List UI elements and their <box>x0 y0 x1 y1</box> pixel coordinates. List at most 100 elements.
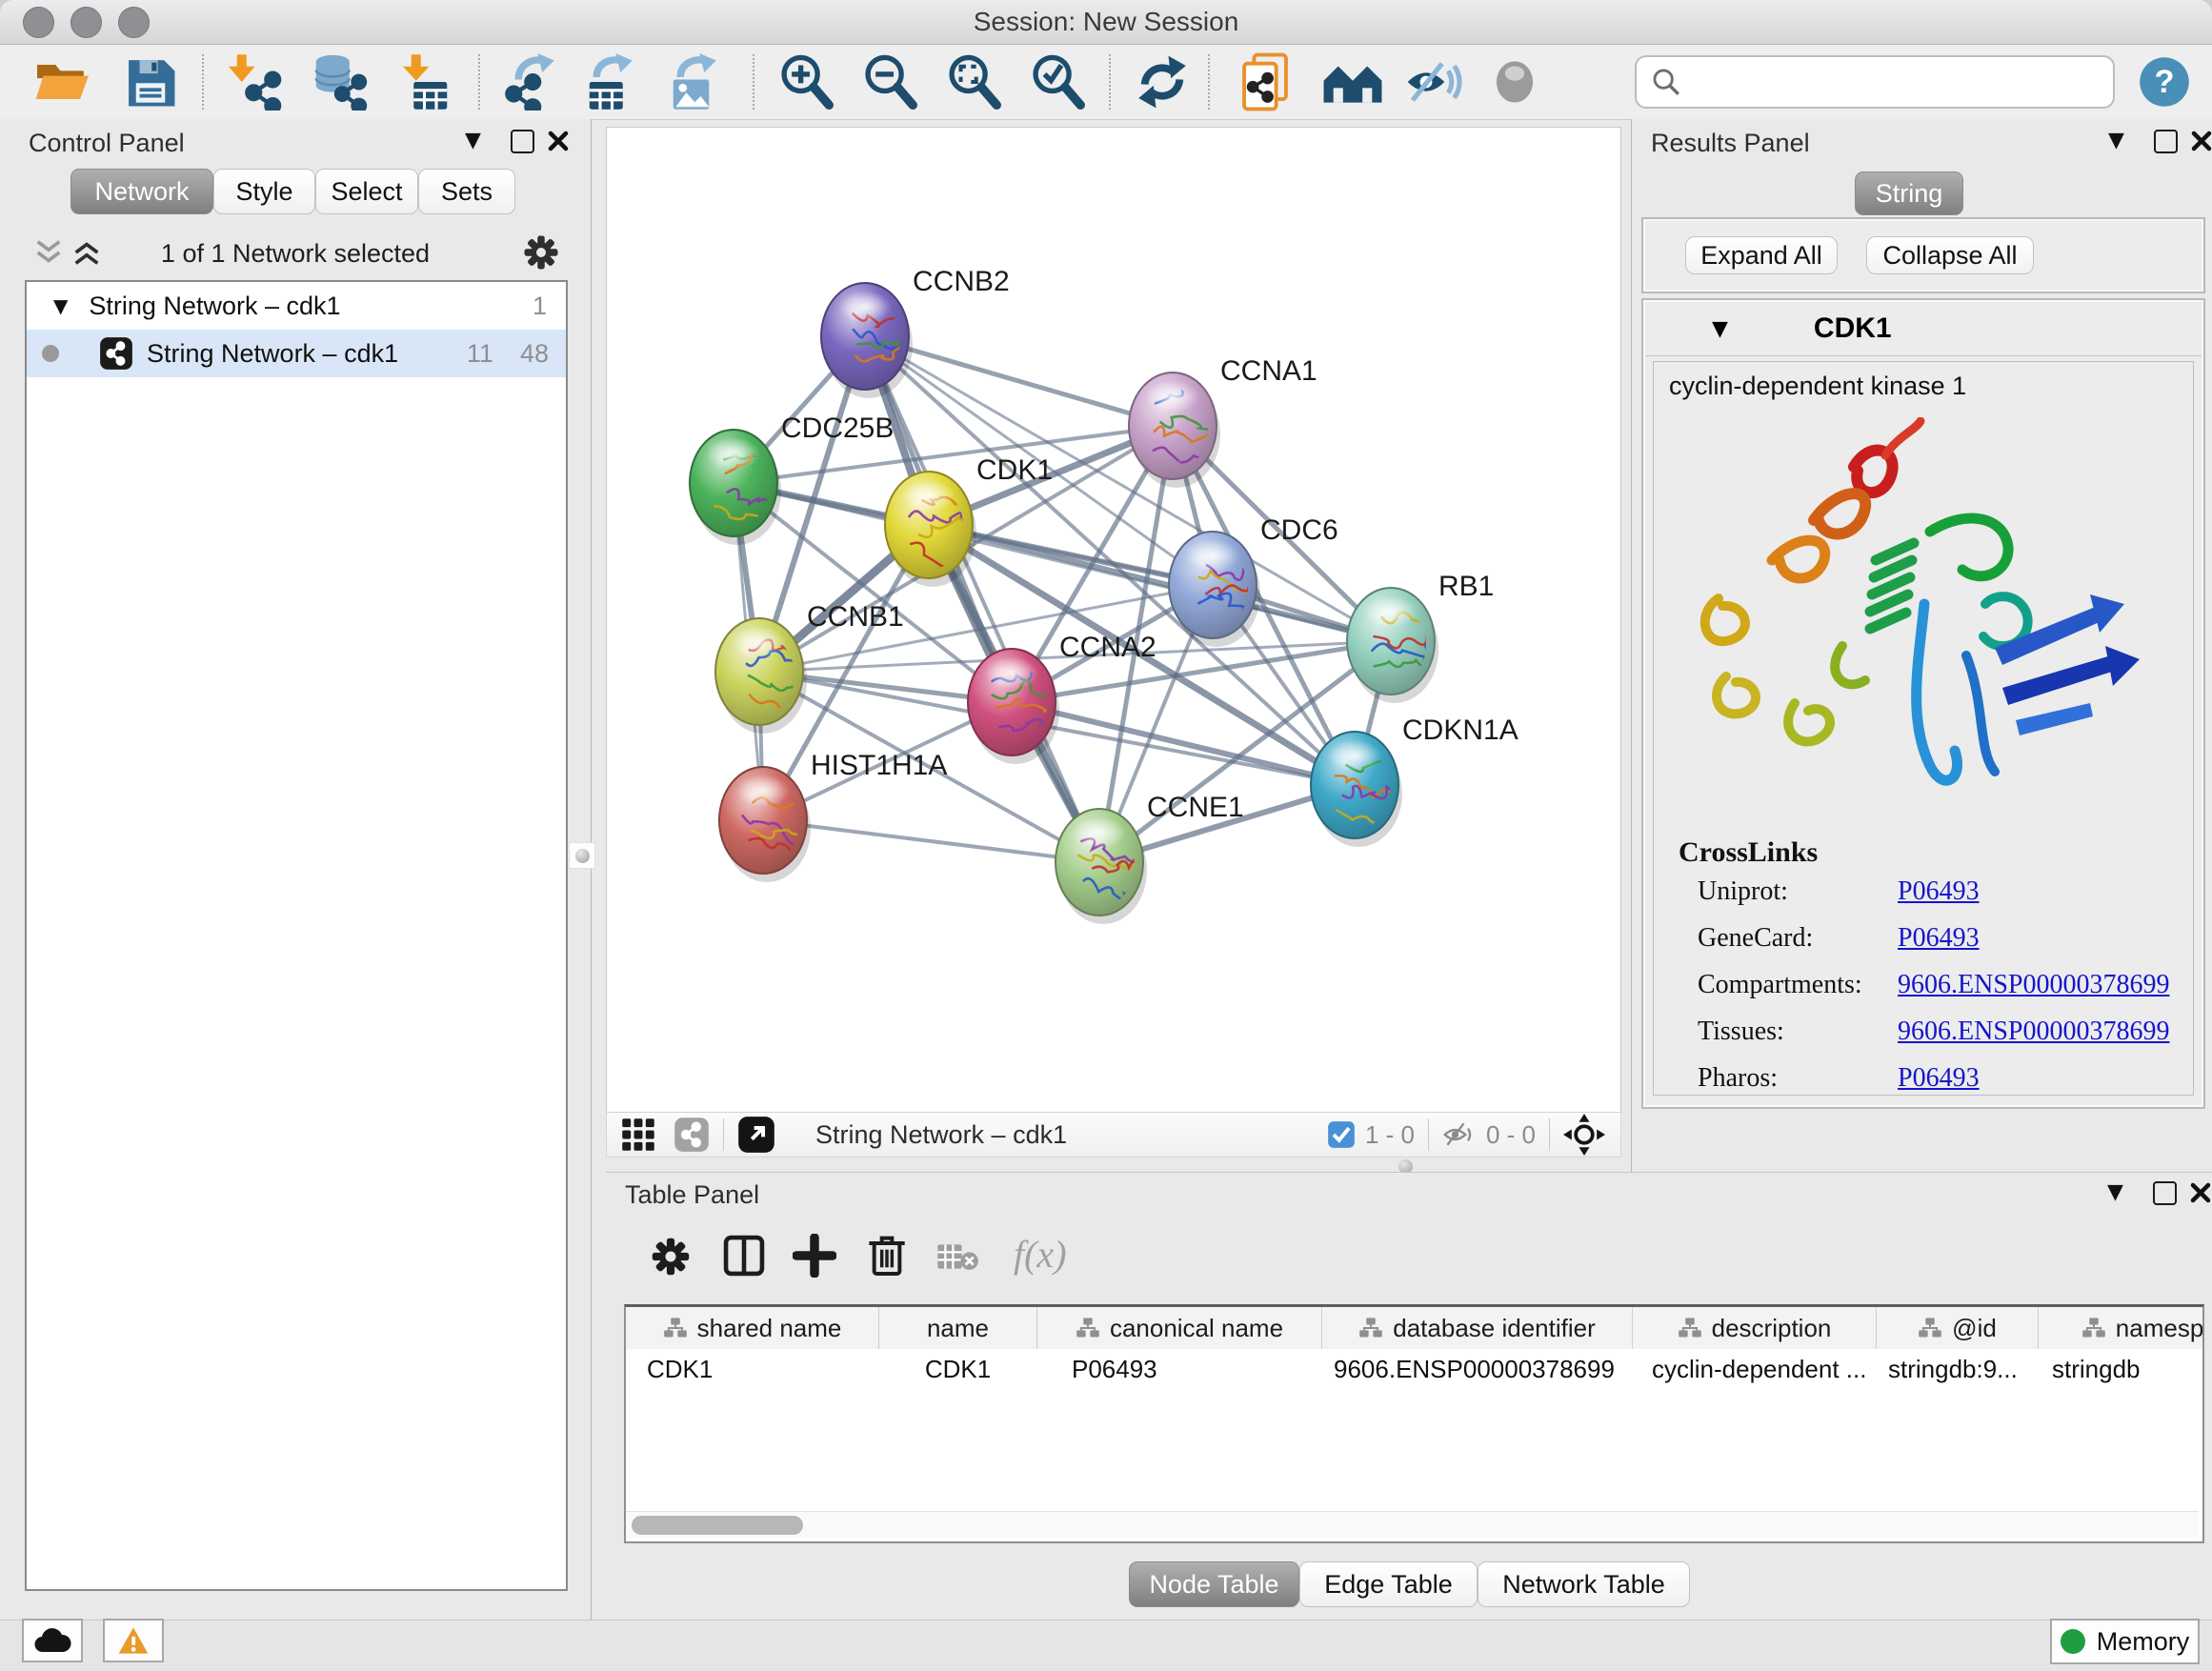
table-panel-float-button[interactable] <box>2153 1181 2177 1205</box>
expand-all-button[interactable]: Expand All <box>1685 236 1838 274</box>
section-collapse-caret[interactable]: ▼ <box>1712 317 1728 341</box>
column-type-icon <box>1918 1317 1942 1339</box>
export-table-button[interactable] <box>573 52 646 111</box>
network-row-selected[interactable]: String Network – cdk1 11 48 <box>27 330 566 377</box>
node-CDC25B[interactable]: CDC25B <box>690 413 894 545</box>
node-CDKN1A[interactable]: CDKN1A <box>1311 715 1518 847</box>
detach-view-button[interactable] <box>737 1116 775 1154</box>
tab-network-table[interactable]: Network Table <box>1478 1561 1690 1607</box>
collection-expand-caret[interactable]: ▼ <box>53 294 68 317</box>
table-panel-menu-button[interactable]: ▼ <box>2107 1180 2123 1204</box>
column-header-namespace[interactable]: namespace <box>2039 1307 2204 1349</box>
export-network-button[interactable] <box>495 52 568 111</box>
function-builder-button-disabled: f(x) <box>1014 1232 1067 1277</box>
tab-select[interactable]: Select <box>315 169 418 214</box>
show-columns-icon[interactable] <box>722 1234 766 1278</box>
column-header-description[interactable]: description <box>1633 1307 1877 1349</box>
birdseye-navigator-icon[interactable] <box>1563 1114 1605 1156</box>
column-type-icon <box>1076 1317 1100 1339</box>
node-CCNA1[interactable]: CCNA1 <box>1129 355 1317 488</box>
tab-edge-table[interactable]: Edge Table <box>1299 1561 1478 1607</box>
crosslink-label: Compartments: <box>1698 970 1898 1000</box>
table-cell[interactable]: P06493 <box>1037 1350 1321 1388</box>
protein-section-header[interactable]: ▼ CDK1 <box>1645 302 2202 356</box>
database-import-icon <box>311 53 372 111</box>
apply-layout-button[interactable] <box>1126 52 1198 111</box>
table-cell[interactable]: cyclin-dependent ... <box>1633 1350 1876 1388</box>
crosslink-value-link[interactable]: 9606.ENSP00000378699 <box>1898 1017 2169 1047</box>
network-selection-status: 1 of 1 Network selected <box>0 239 591 269</box>
memory-button[interactable]: Memory <box>2050 1619 2200 1664</box>
cloud-status-button[interactable] <box>22 1619 83 1662</box>
tab-node-table[interactable]: Node Table <box>1129 1561 1299 1607</box>
crosslink-value-link[interactable]: P06493 <box>1898 876 1980 907</box>
import-table-button[interactable] <box>391 52 463 111</box>
column-header-name[interactable]: name <box>879 1307 1037 1349</box>
node-RB1[interactable]: RB1 <box>1347 571 1494 703</box>
collapse-all-button[interactable]: Collapse All <box>1866 236 2034 274</box>
scrollbar-thumb[interactable] <box>632 1516 803 1535</box>
show-all-button[interactable] <box>1478 52 1551 111</box>
crosslink-value-link[interactable]: 9606.ENSP00000378699 <box>1898 970 2169 1000</box>
network-canvas[interactable]: CCNB2CCNA1CDC25BCDK1CDC6RB1CCNB1CCNA2CDK… <box>606 127 1621 1113</box>
table-cell[interactable]: CDK1 <box>879 1350 1036 1388</box>
network-from-document-button[interactable] <box>1229 52 1301 111</box>
export-image-button[interactable] <box>657 52 730 111</box>
tab-sets[interactable]: Sets <box>418 169 515 214</box>
results-panel-close-button[interactable] <box>2190 130 2212 152</box>
selected-checkbox-icon[interactable] <box>1327 1120 1356 1149</box>
hide-selected-button[interactable] <box>1398 52 1471 111</box>
network-options-gear-icon[interactable] <box>522 233 560 272</box>
column-header-canonical-name[interactable]: canonical name <box>1037 1307 1322 1349</box>
first-neighbors-button[interactable] <box>1317 52 1389 111</box>
edge-CCNB2-CCNE1[interactable] <box>865 336 1099 862</box>
warning-icon <box>117 1625 150 1656</box>
open-session-button[interactable] <box>27 52 99 111</box>
node-CCNB2[interactable]: CCNB2 <box>821 266 1010 398</box>
zoom-in-button[interactable] <box>770 52 842 111</box>
edge-HIST1H1A-CCNE1[interactable] <box>763 820 1099 862</box>
network-badge-gray-icon[interactable] <box>674 1117 710 1153</box>
tab-string[interactable]: String <box>1855 171 1963 215</box>
create-column-icon[interactable] <box>793 1234 836 1278</box>
table-cell[interactable]: 9606.ENSP00000378699 <box>1322 1350 1632 1388</box>
column-header-shared-name[interactable]: shared name <box>626 1307 879 1349</box>
table-horizontal-scrollbar[interactable] <box>626 1511 2199 1539</box>
column-header-database-identifier[interactable]: database identifier <box>1322 1307 1633 1349</box>
help-button[interactable]: ? <box>2134 52 2195 111</box>
search-input[interactable] <box>1692 60 2113 104</box>
table-cell[interactable]: stringdb:9... <box>1877 1350 2038 1388</box>
table-cell[interactable]: CDK1 <box>626 1350 878 1388</box>
crosslink-value-link[interactable]: P06493 <box>1898 1063 1980 1094</box>
node-HIST1H1A[interactable]: HIST1H1A <box>719 750 947 882</box>
control-panel-close-button[interactable] <box>547 130 570 152</box>
table-cell[interactable]: stringdb <box>2039 1350 2204 1388</box>
zoom-selected-button[interactable] <box>1021 52 1094 111</box>
results-panel-menu-button[interactable]: ▼ <box>2108 129 2124 152</box>
crosslink-value-link[interactable]: P06493 <box>1898 923 1980 954</box>
network-list: ▼ String Network – cdk1 1 String Network… <box>25 280 568 1591</box>
import-table-icon <box>396 53 457 111</box>
table-panel-close-button[interactable] <box>2189 1181 2212 1204</box>
toolbar-search <box>1635 55 2115 109</box>
tab-style[interactable]: Style <box>213 169 315 214</box>
zoom-out-button[interactable] <box>854 52 926 111</box>
import-network-button[interactable] <box>221 52 293 111</box>
save-session-button[interactable] <box>114 52 187 111</box>
tab-network[interactable]: Network <box>70 169 213 214</box>
node-CDC6[interactable]: CDC6 <box>1169 514 1338 647</box>
network-collection-row[interactable]: ▼ String Network – cdk1 1 <box>27 282 566 330</box>
grid-view-icon[interactable] <box>620 1117 656 1153</box>
column-header--id[interactable]: @id <box>1877 1307 2039 1349</box>
delete-column-icon[interactable] <box>865 1232 909 1278</box>
left-splitter-handle[interactable] <box>569 842 595 869</box>
control-panel-menu-button[interactable]: ▼ <box>465 129 481 152</box>
results-panel-float-button[interactable] <box>2154 130 2178 153</box>
table-options-gear-icon[interactable] <box>650 1236 692 1278</box>
network-graph[interactable]: CCNB2CCNA1CDC25BCDK1CDC6RB1CCNB1CCNA2CDK… <box>607 128 1620 1112</box>
zoom-fit-button[interactable] <box>937 52 1010 111</box>
warnings-button[interactable] <box>103 1619 164 1662</box>
import-network-from-database-button[interactable] <box>305 52 377 111</box>
control-panel-float-button[interactable] <box>511 130 534 153</box>
node-CCNE1[interactable]: CCNE1 <box>1056 792 1244 924</box>
